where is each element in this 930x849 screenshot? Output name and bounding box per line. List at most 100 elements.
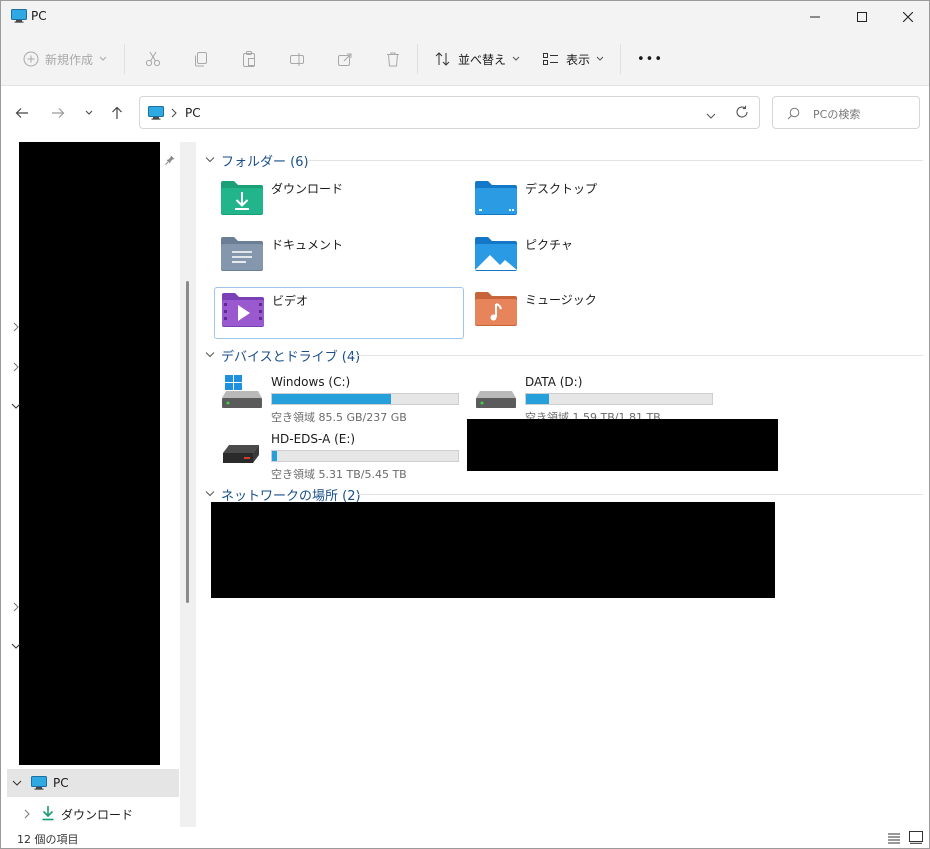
pin-icon[interactable] [165,154,175,168]
arrow-right-icon [52,108,65,118]
chevron-down-icon[interactable] [12,778,22,788]
tiles-view-icon[interactable] [909,831,923,847]
drive-tile-d[interactable]: DATA (D:) 空き領域 1.59 TB/1.81 TB [468,371,718,424]
breadcrumb-separator-icon[interactable] [171,107,177,121]
forward-button[interactable] [47,103,69,123]
folder-tile-desktop[interactable]: デスクトップ [468,176,718,228]
chevron-down-icon [205,157,215,163]
drive-tile-c[interactable]: Windows (C:) 空き領域 85.5 GB/237 GB [214,371,464,424]
folder-label: ミュージック [525,293,597,307]
drive-usage-fill [272,451,277,461]
sidebar-item-pc[interactable]: PC [7,769,179,797]
title-bar[interactable]: PC [1,1,929,32]
navigation-pane: PC ダウンロード [1,140,197,827]
folder-tile-documents[interactable]: ドキュメント [214,232,464,284]
recent-locations-button[interactable] [78,103,100,123]
network-group-header[interactable]: ネットワークの場所 (2) [205,484,361,504]
drive-tile-e[interactable]: HD-EDS-A (E:) 空き領域 5.31 TB/5.45 TB [214,428,464,481]
paste-icon [243,51,255,67]
drive-name: Windows (C:) [271,375,351,389]
new-button[interactable]: 新規作成 [19,44,111,74]
chevron-down-icon[interactable] [11,641,21,651]
address-history-chevron-icon[interactable] [706,109,716,123]
chevron-down-icon[interactable] [11,401,21,411]
details-view-icon[interactable] [887,832,901,847]
chevron-down-icon [596,56,604,61]
minimize-icon [810,16,820,17]
share-button[interactable] [332,44,358,74]
chevron-right-icon[interactable] [11,602,21,612]
folder-label: ドキュメント [271,238,344,252]
sidebar-item-downloads[interactable]: ダウンロード [7,802,179,826]
chevron-right-icon[interactable] [11,322,21,332]
folder-label: ダウンロード [271,182,344,196]
content-pane: フォルダー (6) ダウンロード デスクトップ ドキュメント ピクチャ ビデオ … [198,140,929,827]
view-button[interactable]: 表示 [538,44,608,74]
search-box[interactable]: PCの検索 [772,96,920,129]
more-options-icon: ••• [637,51,664,67]
windows-drive-icon [222,375,262,408]
download-arrow-icon [41,805,55,824]
breadcrumb-pc[interactable]: PC [185,106,201,120]
share-icon [338,53,352,66]
arrow-up-icon [112,106,122,119]
rename-button[interactable] [284,44,310,74]
drive-name: DATA (D:) [525,375,583,389]
chevron-down-icon [85,110,93,115]
sidebar-item-label: ダウンロード [61,808,134,822]
view-button-label: 表示 [566,52,591,67]
music-folder-icon [475,292,517,326]
delete-button[interactable] [380,44,406,74]
nav-scrollbar-thumb[interactable] [186,281,189,603]
more-options-button[interactable]: ••• [633,44,667,74]
chevron-right-icon[interactable] [11,362,21,372]
group-title: フォルダー (6) [221,154,309,170]
redacted-region [467,419,778,471]
group-title: ネットワークの場所 (2) [221,488,361,504]
folder-tile-downloads[interactable]: ダウンロード [214,176,464,228]
cut-button[interactable] [140,44,166,74]
folder-tile-music[interactable]: ミュージック [468,287,718,339]
close-button[interactable] [885,1,929,32]
pc-monitor-icon [31,776,47,793]
drive-name: HD-EDS-A (E:) [271,432,356,446]
external-drive-icon [223,445,259,463]
search-icon [787,107,800,123]
folder-tile-videos[interactable]: ビデオ [214,287,464,339]
toolbar-divider [620,44,621,74]
delete-icon [387,52,399,67]
drive-usage-fill [526,394,549,404]
group-title: デバイスとドライブ (4) [221,349,361,365]
sort-button-label: 並べ替え [458,52,507,67]
copy-icon [195,52,207,67]
devices-group-header[interactable]: デバイスとドライブ (4) [205,345,360,365]
desktop-folder-icon [475,181,517,215]
chevron-down-icon [99,56,107,61]
address-bar[interactable]: PC [139,96,760,129]
folder-tile-pictures[interactable]: ピクチャ [468,232,718,284]
up-button[interactable] [106,103,128,123]
chevron-down-icon [205,352,215,358]
refresh-icon[interactable] [735,105,749,122]
toolbar-divider [417,44,418,74]
sort-button[interactable]: 並べ替え [430,44,524,74]
drive-usage-bar [271,450,459,462]
rename-icon [290,53,304,66]
drive-usage-bar [271,393,459,405]
cut-icon [145,51,161,67]
paste-button[interactable] [236,44,262,74]
videos-folder-icon [222,293,264,327]
copy-button[interactable] [188,44,214,74]
chevron-down-icon [512,56,520,61]
drive-usage-fill [272,394,391,404]
back-button[interactable] [11,103,33,123]
documents-folder-icon [221,237,263,271]
chevron-right-icon[interactable] [22,809,32,819]
folders-group-header[interactable]: フォルダー (6) [205,150,309,170]
drive-usage-bar [525,393,713,405]
maximize-button[interactable] [839,1,885,32]
plus-circle-icon [23,51,39,67]
minimize-button[interactable] [792,1,838,32]
download-folder-icon [221,181,263,215]
group-divider [307,160,923,161]
